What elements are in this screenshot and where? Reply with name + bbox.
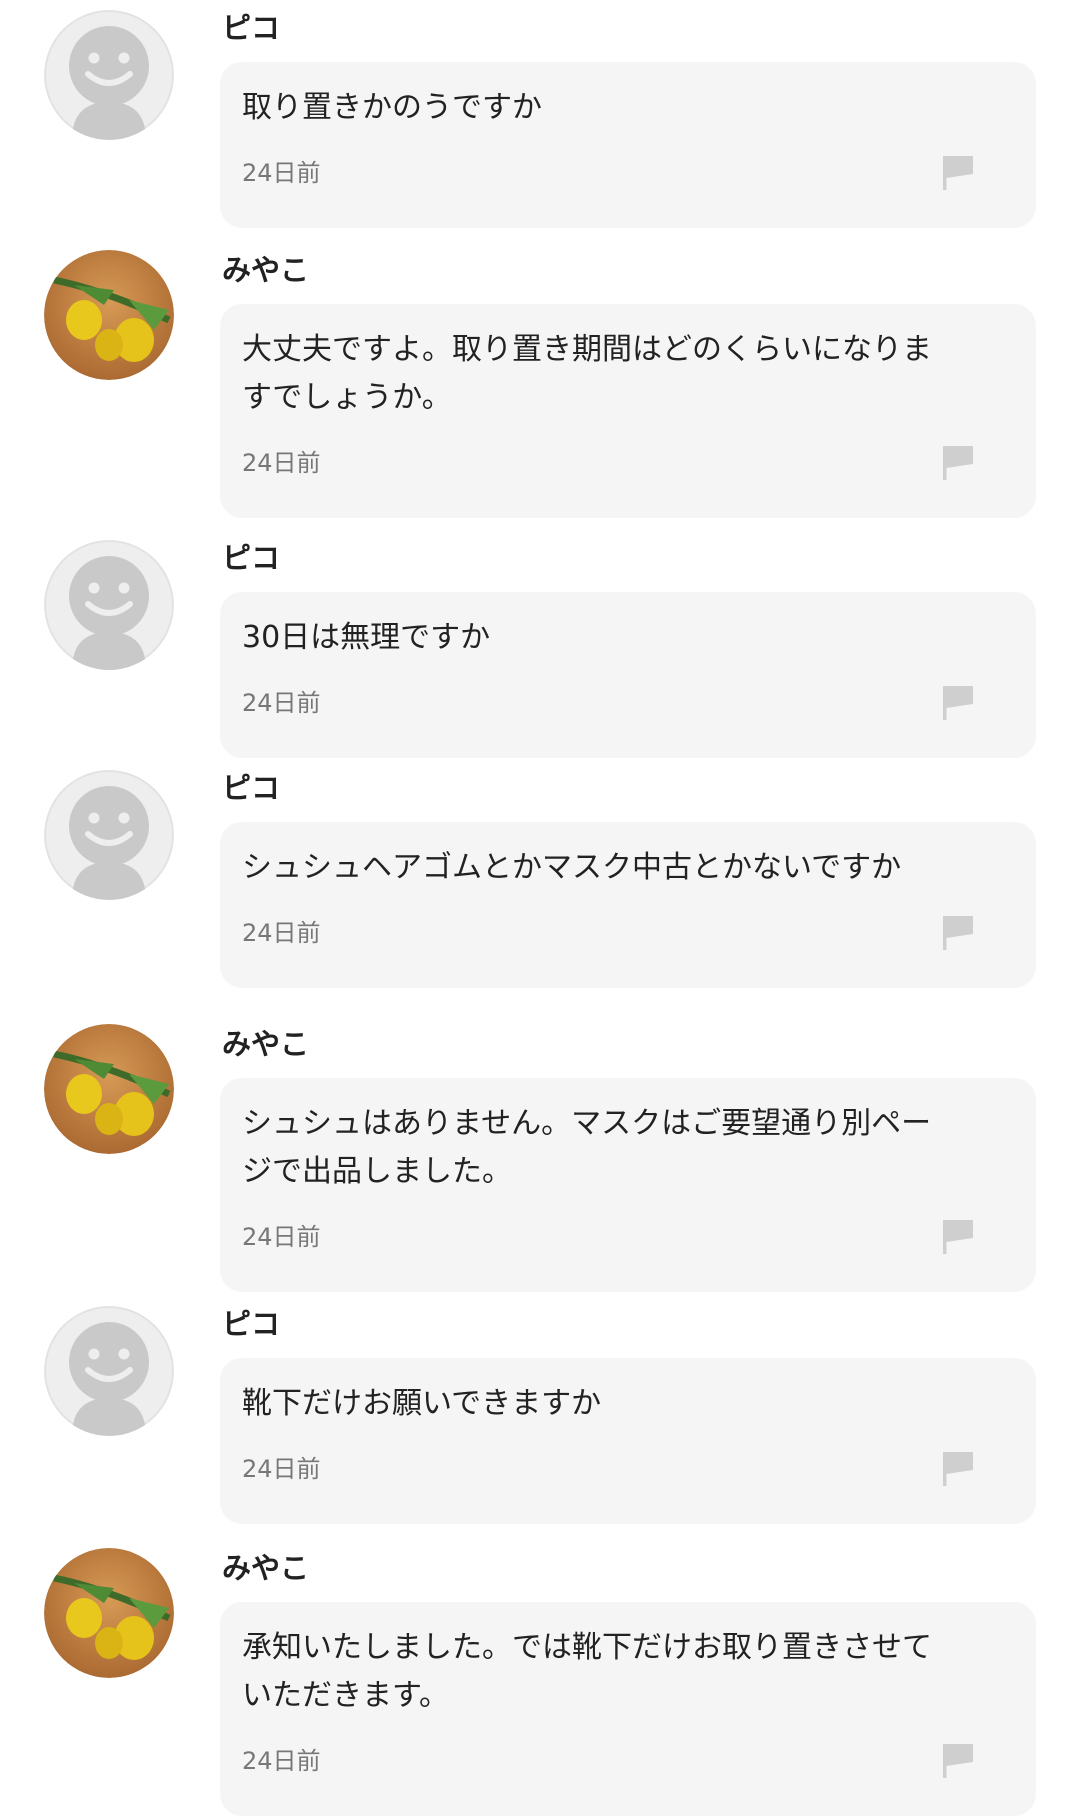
comment-thread: ピコ 取り置きかのうですか 24日前 みやこ 大丈夫ですよ。取り置き期間はどのく…	[0, 0, 1080, 1820]
report-flag-icon[interactable]	[940, 442, 976, 482]
comment-text: 承知いたしました。では靴下だけお取り置きさせて いただきます。	[242, 1630, 932, 1713]
report-flag-icon[interactable]	[940, 1740, 976, 1780]
lemon-photo-avatar[interactable]	[44, 1548, 174, 1678]
report-flag-icon[interactable]	[940, 152, 976, 192]
comment-text: 取り置きかのうですか	[242, 90, 542, 125]
comment-time: 24日前	[242, 1223, 321, 1251]
comment-username[interactable]: みやこ	[222, 252, 309, 288]
comment-username[interactable]: ピコ	[222, 10, 280, 46]
comment-bubble: 大丈夫ですよ。取り置き期間はどのくらいになりま すでしょうか。 24日前	[220, 304, 1036, 518]
comment-text: 30日は無理ですか	[242, 620, 491, 655]
comment-bubble: 30日は無理ですか 24日前	[220, 592, 1036, 758]
default-avatar-icon[interactable]	[44, 10, 174, 140]
comment-bubble: シュシュヘアゴムとかマスク中古とかないですか 24日前	[220, 822, 1036, 988]
default-avatar-icon[interactable]	[44, 770, 174, 900]
comment-time: 24日前	[242, 449, 321, 477]
lemon-photo-avatar[interactable]	[44, 1024, 174, 1154]
comment-time: 24日前	[242, 689, 321, 717]
comment-bubble: 靴下だけお願いできますか 24日前	[220, 1358, 1036, 1524]
report-flag-icon[interactable]	[940, 1216, 976, 1256]
comment-time: 24日前	[242, 919, 321, 947]
comment-username[interactable]: ピコ	[222, 1306, 280, 1342]
comment-bubble: 取り置きかのうですか 24日前	[220, 62, 1036, 228]
default-avatar-icon[interactable]	[44, 540, 174, 670]
comment-text: 大丈夫ですよ。取り置き期間はどのくらいになりま すでしょうか。	[242, 332, 932, 415]
comment-bubble: シュシュはありません。マスクはご要望通り別ペー ジで出品しました。 24日前	[220, 1078, 1036, 1292]
comment-username[interactable]: ピコ	[222, 540, 280, 576]
report-flag-icon[interactable]	[940, 1448, 976, 1488]
default-avatar-icon[interactable]	[44, 1306, 174, 1436]
comment-username[interactable]: みやこ	[222, 1550, 309, 1586]
lemon-photo-avatar[interactable]	[44, 250, 174, 380]
comment-bubble: 承知いたしました。では靴下だけお取り置きさせて いただきます。 24日前	[220, 1602, 1036, 1816]
report-flag-icon[interactable]	[940, 912, 976, 952]
comment-time: 24日前	[242, 1747, 321, 1775]
comment-username[interactable]: みやこ	[222, 1026, 309, 1062]
comment-text: シュシュヘアゴムとかマスク中古とかないですか	[242, 850, 902, 885]
comment-text: シュシュはありません。マスクはご要望通り別ペー ジで出品しました。	[242, 1106, 932, 1189]
report-flag-icon[interactable]	[940, 682, 976, 722]
comment-time: 24日前	[242, 1455, 321, 1483]
comment-username[interactable]: ピコ	[222, 770, 280, 806]
comment-text: 靴下だけお願いできますか	[242, 1386, 602, 1421]
comment-time: 24日前	[242, 159, 321, 187]
